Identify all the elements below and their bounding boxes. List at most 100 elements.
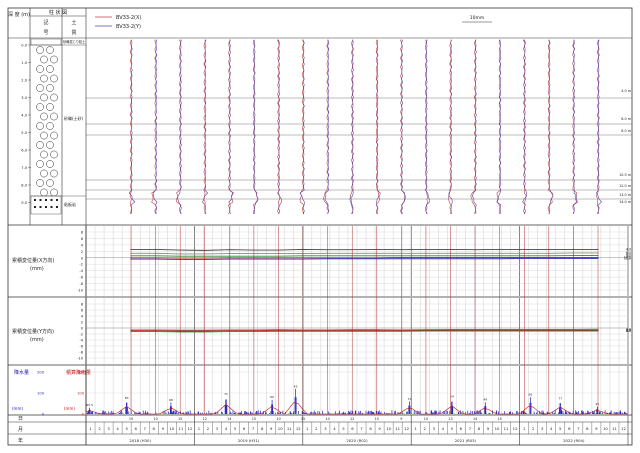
depth-tick-label: 7.0 [21,166,27,170]
rain-right-tick: 100 [77,392,85,396]
profile-y-line [376,39,381,215]
depth-axis: 0.0 1.0 2.0 3.0 4.0 5.0 6.0 7.0 8.0 9.0 [21,44,31,205]
month-label: 5 [559,426,562,431]
gravel-symbol [36,160,44,168]
gravel-symbol [50,150,58,159]
depth-right-label: 12.0 m [619,184,632,188]
profile-x-line [547,39,554,215]
inclinometer-profile [202,39,209,215]
panel-y-tick-label: -8 [79,351,83,355]
slate-symbol [50,206,53,208]
panel-y-unit: (mm) [30,337,44,343]
month-label: 6 [243,426,246,431]
gravel-symbol [50,55,58,64]
month-label: 11 [178,426,183,431]
gravel-symbol [50,93,58,102]
inclinometer-profile [522,39,528,215]
rain-plot: 200 200100 1000 065.58368716045713449607745 [37,366,629,417]
month-label: 4 [442,426,445,431]
gravel-symbol [40,112,48,121]
inclinometer-profile [323,39,330,215]
month-label: 2 [532,426,535,431]
header-name-a: 土 [71,19,76,26]
panel-y-tick-label: 4 [81,243,84,247]
slate-symbol [34,199,36,201]
inclinometer-profile [349,39,354,215]
inclinometer-profile [572,39,578,215]
month-label: 7 [577,426,580,431]
month-label: 12 [187,426,192,431]
day-mark-label: 10 [276,417,280,421]
month-label: 6 [351,426,354,431]
panel-y-tick-label: 2 [81,321,83,325]
month-label: 11 [612,426,617,431]
gravel-symbol [40,55,48,64]
inclinometer-profile [596,39,603,215]
depth-tick-label: 8.0 [21,184,27,188]
month-label: 4 [225,426,228,431]
gravel-symbol [40,131,48,140]
profile-x-line [252,39,259,215]
panel-y-tick-label: -2 [79,333,83,337]
month-label: 4 [550,426,553,431]
inclinometer-profile [228,39,234,215]
rain-peak-label: 45 [294,384,298,388]
panel-x-plot: 86420-2-4-6-8-104.06.08.010.512.0 [77,226,631,296]
month-label: 8 [153,426,156,431]
month-label: 4 [333,426,336,431]
inclinometer-profile [252,39,259,215]
panel-y-tick-label: -2 [79,263,83,267]
soil-label-gravel: 砂礫(土砂) [64,115,84,121]
rain-peak-label: 60 [270,395,274,399]
gravel-symbol [40,93,48,102]
rain-peak-label: 71 [407,397,411,401]
displacement-series-6.0 [131,252,598,255]
gravel-symbol [40,150,48,159]
month-label: 12 [513,426,518,431]
profile-y-line [572,39,578,215]
time-axis: 1 2 3 4 5 6 7 8 9 10 11 12 1 2 3 4 5 6 7 8 9 10 11 12 1 2 3 4 5 6 7 8 9 1… [85,415,629,445]
displacement-series-4.0 [131,248,598,251]
depth-right-label: 8.0 m [621,129,631,133]
depth-right-label: 4.0 m [621,89,631,93]
depth-tick-label: 9.0 [21,201,27,205]
depth-tick-label: 4.0 [21,114,27,118]
month-label: 11 [395,426,400,431]
panel-y-tick-label: -6 [79,276,83,280]
month-label: 12 [404,426,409,431]
soil-label-top: 砂礫混じり粘土 [63,39,86,44]
series-end-label: 8.0 [626,329,631,333]
gravel-symbol [50,74,58,83]
header-top-label: 柱 状 図 [49,9,67,16]
inclinometer-profile [299,39,305,215]
profile-y-line [596,39,603,215]
gravel-symbol [50,169,58,178]
header-depth-label: 深 度 (m) [8,11,30,18]
panel-y-tick-label: -4 [79,339,83,343]
column-slate-layer [30,195,62,215]
depth-tick-label: 6.0 [21,149,27,153]
profile-x-line [572,39,578,215]
month-label: 3 [433,426,436,431]
gravel-symbol [36,141,44,149]
gravel-symbol [36,84,44,92]
boring-column [30,38,86,215]
depth-tick-label: 5.0 [21,131,27,135]
depth-tick-label: 2.0 [21,79,27,83]
rain-right-tick: 200 [77,371,85,375]
gravel-symbol [40,74,48,83]
gravel-symbol [36,103,44,111]
profile-y-line [548,39,554,215]
depth-right-label: 14.0 m [619,200,632,204]
month-label: 9 [595,426,598,431]
rain-peak-label: 60 [529,393,533,397]
rain-peak-label: 65.5 [86,403,93,407]
column-top-layer [30,38,62,46]
month-label: 5 [342,426,345,431]
month-label: 10 [169,426,174,431]
panel-y-tick-label: 0 [81,256,84,260]
time-axis-day-label: 日 [18,416,23,422]
month-label: 1 [89,426,92,431]
inclinometer-profile [447,39,453,215]
slate-symbol [39,206,42,208]
